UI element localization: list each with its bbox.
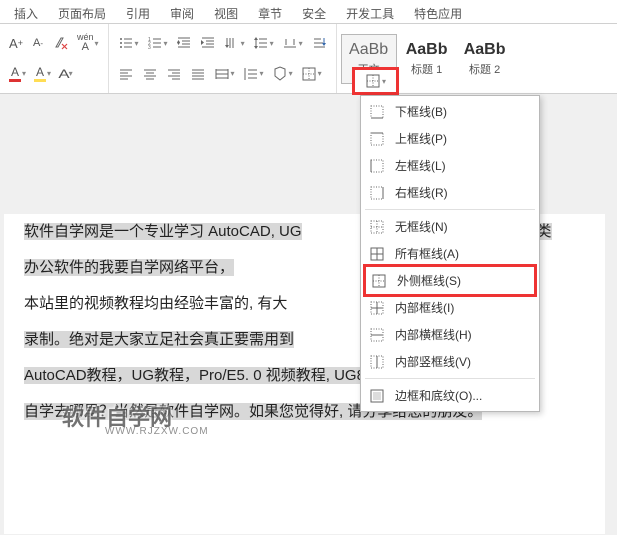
border-inside-vertical-item[interactable]: 内部竖框线(V) [361, 348, 539, 375]
decrease-indent-button[interactable] [173, 32, 195, 54]
text-direction-button[interactable]: ▾ [221, 32, 248, 54]
style-heading2[interactable]: AaBb 标题 2 [457, 34, 513, 84]
ribbon-tabs: 插入 页面布局 引用 审阅 视图 章节 安全 开发工具 特色应用 [0, 0, 617, 24]
border-right-icon [369, 185, 385, 201]
tab-insert[interactable]: 插入 [4, 2, 48, 23]
menu-label: 内部竖框线(V) [395, 353, 471, 370]
style-label: 标题 1 [411, 61, 442, 77]
tab-special[interactable]: 特色应用 [404, 2, 472, 23]
border-inside-icon [369, 300, 385, 316]
border-left-icon [369, 158, 385, 174]
border-inside-horizontal-item[interactable]: 内部横框线(H) [361, 321, 539, 348]
doc-text[interactable]: 录制。绝对是大家立足社会真正要需用到 [24, 331, 294, 348]
border-none-item[interactable]: 无框线(N) [361, 213, 539, 240]
borders-button-highlight[interactable]: ▾ [352, 67, 399, 95]
numbering-button[interactable]: 123▾ [144, 32, 171, 54]
menu-separator [365, 378, 535, 379]
doc-text[interactable]: 软件自学网是一个专业学习 AutoCAD, UG [24, 223, 302, 240]
phonetic-guide-button[interactable]: wénA▾ [74, 32, 102, 54]
menu-label: 左框线(L) [395, 157, 446, 174]
highlight-button[interactable]: A▾ [31, 63, 54, 85]
decrease-font-button[interactable]: A- [28, 32, 48, 54]
menu-label: 内部框线(I) [395, 299, 454, 316]
clear-formatting-button[interactable] [50, 32, 72, 54]
border-top-icon [369, 131, 385, 147]
tab-developer[interactable]: 开发工具 [336, 2, 404, 23]
font-group: A+ A- wénA▾ A▾ A▾ A▾ [0, 24, 109, 93]
align-justify-button[interactable] [187, 63, 209, 85]
border-inside-v-icon [369, 354, 385, 370]
menu-label: 上框线(P) [395, 130, 447, 147]
distributed-align-button[interactable]: ▾ [211, 63, 238, 85]
bullets-button[interactable]: ▾ [115, 32, 142, 54]
borders-button[interactable]: ▾ [298, 63, 325, 85]
ribbon: A+ A- wénA▾ A▾ A▾ A▾ ▾ 123▾ ▾ ▾ ▾ ▾ [0, 24, 617, 94]
shading-button[interactable]: ▾ [269, 63, 296, 85]
border-right-item[interactable]: 右框线(R) [361, 179, 539, 206]
align-right-button[interactable] [163, 63, 185, 85]
menu-label: 内部横框线(H) [395, 326, 472, 343]
style-preview: AaBb [349, 41, 388, 59]
style-label: 标题 2 [469, 61, 500, 77]
align-center-button[interactable] [139, 63, 161, 85]
border-all-icon [369, 246, 385, 262]
character-scaling-button[interactable]: A▾ [56, 63, 76, 85]
tab-references[interactable]: 引用 [116, 2, 160, 23]
border-outside-item[interactable]: 外侧框线(S) [363, 264, 537, 297]
style-preview: AaBb [464, 41, 506, 59]
increase-indent-button[interactable] [197, 32, 219, 54]
border-top-item[interactable]: 上框线(P) [361, 125, 539, 152]
menu-label: 所有框线(A) [395, 245, 459, 262]
doc-text[interactable]: 办公软件的我要自学网络平台， [24, 259, 234, 276]
border-inside-h-icon [369, 327, 385, 343]
menu-label: 外侧框线(S) [397, 272, 461, 289]
line-spacing-button[interactable]: ▾ [250, 32, 277, 54]
svg-text:3: 3 [148, 45, 151, 51]
style-heading1[interactable]: AaBb 标题 1 [399, 34, 455, 84]
menu-separator [365, 209, 535, 210]
tab-view[interactable]: 视图 [204, 2, 248, 23]
paragraph-group: ▾ 123▾ ▾ ▾ ▾ ▾ ▾ ▾ ▾ [109, 24, 337, 93]
font-color-button[interactable]: A▾ [6, 63, 29, 85]
border-outside-icon [371, 273, 387, 289]
borders-shading-icon [369, 388, 385, 404]
border-left-item[interactable]: 左框线(L) [361, 152, 539, 179]
tab-review[interactable]: 审阅 [160, 2, 204, 23]
align-left-button[interactable] [115, 63, 137, 85]
border-none-icon [369, 219, 385, 235]
tab-page-layout[interactable]: 页面布局 [48, 2, 116, 23]
menu-label: 下框线(B) [395, 103, 447, 120]
border-bottom-item[interactable]: 下框线(B) [361, 98, 539, 125]
menu-label: 边框和底纹(O)... [395, 387, 482, 404]
doc-text[interactable]: 本站里的视频教程均由经验丰富的, 有大 [24, 295, 287, 312]
increase-font-button[interactable]: A+ [6, 32, 26, 54]
style-preview: AaBb [406, 41, 448, 59]
border-inside-item[interactable]: 内部框线(I) [361, 294, 539, 321]
borders-and-shading-item[interactable]: 边框和底纹(O)... [361, 382, 539, 409]
sort-button[interactable] [308, 32, 330, 54]
paragraph-spacing-button[interactable]: ▾ [240, 63, 267, 85]
border-bottom-icon [369, 104, 385, 120]
tab-security[interactable]: 安全 [292, 2, 336, 23]
menu-label: 右框线(R) [395, 184, 448, 201]
tab-stop-button[interactable]: ▾ [279, 32, 306, 54]
chevron-down-icon: ▾ [382, 77, 386, 86]
border-all-item[interactable]: 所有框线(A) [361, 240, 539, 267]
tab-chapter[interactable]: 章节 [248, 2, 292, 23]
borders-dropdown: 下框线(B) 上框线(P) 左框线(L) 右框线(R) 无框线(N) 所有框线(… [360, 95, 540, 412]
menu-label: 无框线(N) [395, 218, 448, 235]
